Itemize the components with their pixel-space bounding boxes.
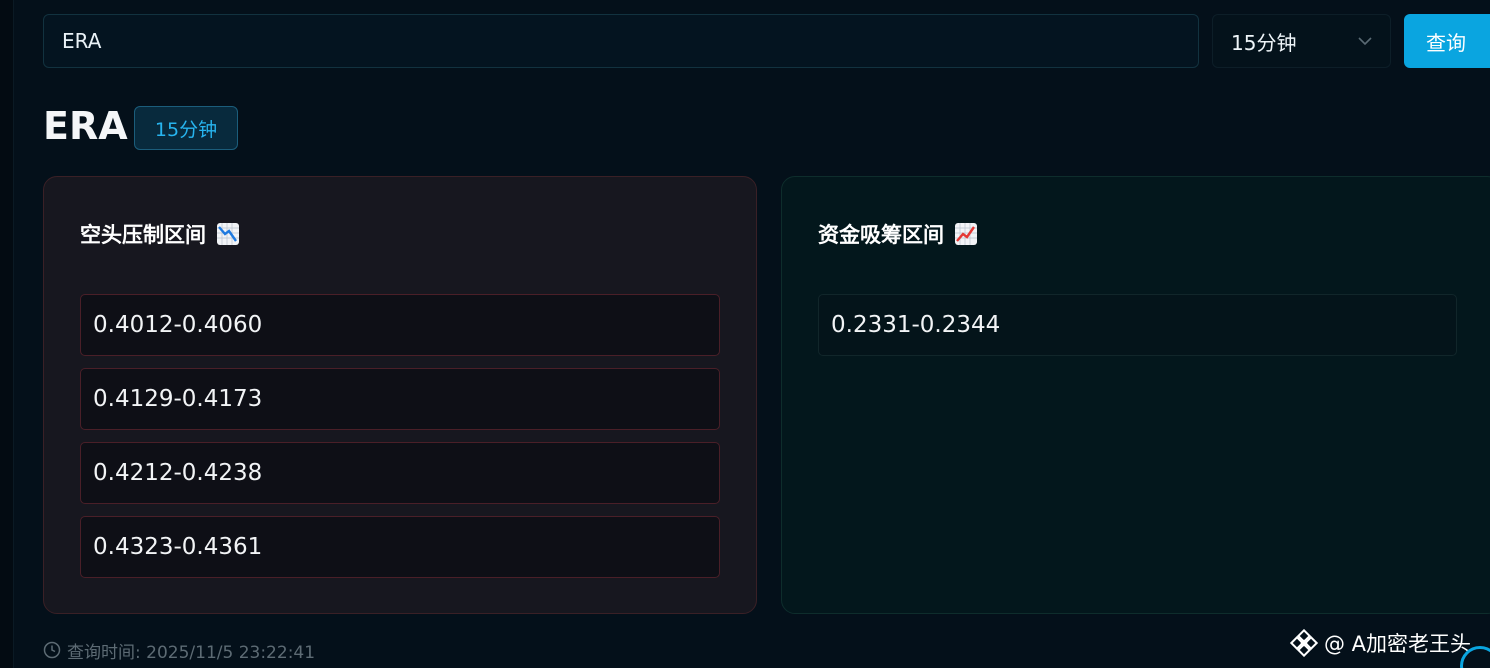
clock-icon <box>43 641 61 659</box>
accumulation-title: 资金吸筹区间 <box>818 219 978 249</box>
page: 15分钟 查询 ERA 15分钟 空头压制区间 0.4012-0.4060 0.… <box>0 0 1490 668</box>
short-range-1: 0.4012-0.4060 <box>80 294 720 356</box>
watermark: @ A加密老王头 <box>1290 628 1471 658</box>
chevron-down-icon <box>1358 37 1372 46</box>
short-range-3: 0.4212-0.4238 <box>80 442 720 504</box>
short-range-2: 0.4129-0.4173 <box>80 368 720 430</box>
chart-increasing-icon <box>955 223 977 245</box>
accumulation-card: 资金吸筹区间 0.2331-0.2344 <box>781 176 1490 614</box>
symbol-search-input[interactable] <box>43 14 1199 68</box>
chart-decreasing-icon <box>217 223 239 245</box>
accumulation-range-1: 0.2331-0.2344 <box>818 294 1457 356</box>
short-pressure-title-text: 空头压制区间 <box>80 223 206 247</box>
query-button[interactable]: 查询 <box>1404 14 1490 68</box>
query-time-text: 查询时间: 2025/11/5 23:22:41 <box>67 642 316 663</box>
short-range-4: 0.4323-0.4361 <box>80 516 720 578</box>
interval-select[interactable]: 15分钟 <box>1212 14 1391 68</box>
watermark-text: @ A加密老王头 <box>1324 632 1472 656</box>
query-time: 查询时间: 2025/11/5 23:22:41 <box>43 638 316 663</box>
interval-select-value: 15分钟 <box>1231 30 1297 55</box>
sidebar-edge <box>0 0 14 668</box>
binance-logo-icon <box>1290 629 1318 657</box>
short-pressure-card: 空头压制区间 0.4012-0.4060 0.4129-0.4173 0.421… <box>43 176 757 614</box>
accumulation-title-text: 资金吸筹区间 <box>818 223 944 247</box>
interval-badge: 15分钟 <box>134 106 238 150</box>
page-title: ERA <box>43 104 128 148</box>
short-pressure-title: 空头压制区间 <box>80 219 240 249</box>
